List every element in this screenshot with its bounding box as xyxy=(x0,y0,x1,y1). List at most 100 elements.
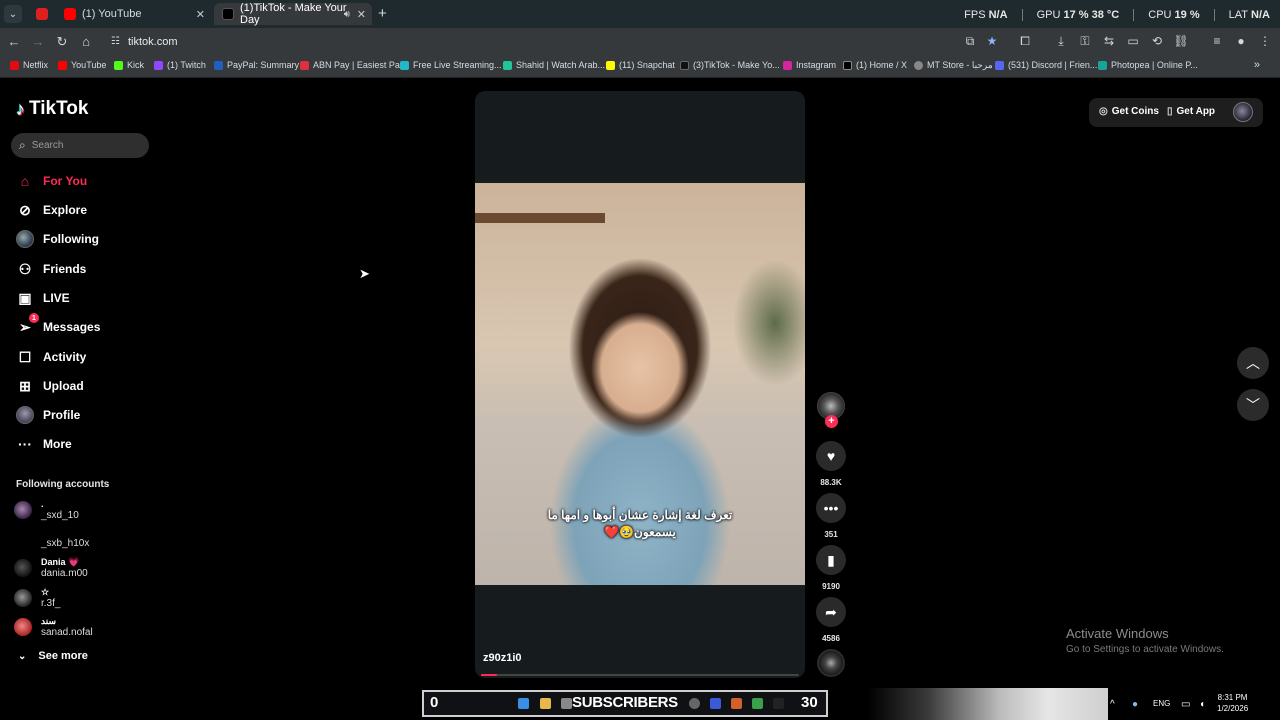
bookmark-item[interactable]: (1) Twitch xyxy=(154,60,206,70)
tiktok-logo[interactable]: ♪ TikTok xyxy=(16,98,88,120)
extensions-icon[interactable]: ⧠ xyxy=(1017,34,1033,49)
account-avatar-icon[interactable]: ● xyxy=(1233,34,1249,48)
mouse-cursor-icon: ➤ xyxy=(359,266,370,281)
bookmark-item[interactable]: PayPal: Summary xyxy=(214,60,299,70)
music-disc-icon[interactable] xyxy=(817,649,845,677)
language-indicator[interactable]: ENG xyxy=(1153,699,1170,708)
cpu-label: CPU xyxy=(1148,9,1172,21)
close-icon[interactable]: ✕ xyxy=(357,8,366,21)
nav-messages[interactable]: ➢ 1 Messages xyxy=(16,313,100,337)
following-account[interactable]: ☆ r.3f_ xyxy=(14,587,60,609)
bookmark-item[interactable]: Shahid | Watch Arab... xyxy=(503,60,605,70)
app-icon[interactable] xyxy=(773,698,784,709)
install-app-icon[interactable]: ⧉ xyxy=(962,34,978,49)
bookmark-item[interactable]: Free Live Streaming... xyxy=(400,60,502,70)
xbox-icon[interactable] xyxy=(752,698,763,709)
nav-more[interactable]: ··· More xyxy=(16,434,72,454)
tab-search-button[interactable]: ⌄ xyxy=(4,5,22,23)
app-icon[interactable] xyxy=(561,698,572,709)
nav-live[interactable]: ▣ LIVE xyxy=(16,288,69,308)
avatar xyxy=(14,589,32,607)
nav-following[interactable]: Following xyxy=(16,229,99,249)
nav-activity[interactable]: ☐ Activity xyxy=(16,347,87,367)
scroll-down-button[interactable]: ﹀ xyxy=(1237,389,1269,421)
video-progress-bar[interactable] xyxy=(481,674,799,676)
get-app-button[interactable]: ▯ Get App xyxy=(1167,106,1215,117)
following-account[interactable]: _sxb_h10x xyxy=(14,534,89,552)
nav-upload[interactable]: ⊞ Upload xyxy=(16,376,84,396)
network-icon[interactable]: ▭ xyxy=(1181,699,1190,710)
close-icon[interactable]: ✕ xyxy=(196,8,205,21)
bookmark-item[interactable]: YouTube xyxy=(58,60,106,70)
site-info-icon[interactable]: ☷ xyxy=(111,36,120,47)
nav-explore[interactable]: ⊘ Explore xyxy=(16,200,87,220)
wallet-icon[interactable]: ▭ xyxy=(1125,34,1141,48)
download-icon[interactable]: ⤓ xyxy=(1053,34,1069,49)
bookmarks-bar: Netflix YouTube Kick (1) Twitch PayPal: … xyxy=(0,56,1280,78)
video-player[interactable]: تعرف لغة إشارة عشان أبوها و امها ما يسمع… xyxy=(475,91,805,678)
get-coins-button[interactable]: ◎ Get Coins xyxy=(1099,106,1159,117)
translate-icon[interactable]: ⇆ xyxy=(1101,34,1117,48)
tab-tiktok[interactable]: (1)TikTok - Make Your Day 🔊︎ ✕ xyxy=(214,2,372,26)
messages-icon: ➢ 1 xyxy=(16,313,39,336)
system-clock[interactable]: 8:31 PM 1/2/2026 xyxy=(1217,692,1248,714)
menu-kebab-icon[interactable]: ⋮ xyxy=(1257,34,1273,48)
following-account[interactable]: سند sanad.nofal xyxy=(14,616,93,638)
tab-pinned[interactable] xyxy=(28,3,54,25)
home-icon[interactable]: ⌂ xyxy=(78,34,94,49)
microphone-icon[interactable]: ● xyxy=(1132,699,1138,710)
bookmark-star-icon[interactable]: ★ xyxy=(984,34,1000,48)
bookmark-item[interactable]: Instagram xyxy=(783,60,836,70)
reload-icon[interactable]: ↻ xyxy=(54,34,70,50)
link-icon[interactable]: ⛓ xyxy=(1173,34,1189,48)
share-button[interactable]: ➦ 4586 xyxy=(815,597,847,643)
file-explorer-icon[interactable] xyxy=(540,698,551,709)
profile-avatar[interactable] xyxy=(1233,102,1253,122)
bookmark-item[interactable]: ABN Pay | Easiest Pa... xyxy=(300,60,407,70)
like-button[interactable]: ♥ 88.3K xyxy=(815,441,847,487)
url-field[interactable]: tiktok.com xyxy=(128,36,178,48)
new-tab-button[interactable]: + xyxy=(378,5,387,22)
nav-profile[interactable]: Profile xyxy=(16,405,80,425)
bookmark-item[interactable]: Kick xyxy=(114,60,144,70)
search-box[interactable]: ⌕ xyxy=(11,133,149,158)
following-account[interactable]: Dania 💗 dania.m00 xyxy=(14,557,88,579)
history-icon[interactable]: ⟲ xyxy=(1149,34,1165,48)
forward-icon[interactable]: → xyxy=(30,34,46,49)
steam-icon[interactable] xyxy=(689,698,700,709)
following-account[interactable]: . _sxd_10 xyxy=(14,499,79,521)
app-icon[interactable] xyxy=(731,698,742,709)
phone-icon: ▯ xyxy=(1167,106,1173,117)
video-frame[interactable]: تعرف لغة إشارة عشان أبوها و امها ما يسمع… xyxy=(475,183,805,585)
bookmark-item[interactable]: MT Store - مرحبا xyxy=(914,60,993,71)
account-username: r.3f_ xyxy=(41,598,61,609)
bookmark-item[interactable]: Photopea | Online P... xyxy=(1098,60,1198,70)
bookmark-item[interactable]: (11) Snapchat xyxy=(606,60,675,70)
bookmark-item[interactable]: Netflix xyxy=(10,60,48,70)
media-control-icon[interactable]: ≡ xyxy=(1209,34,1225,48)
volume-icon[interactable]: ◖ xyxy=(1199,699,1205,710)
tray-chevron-up-icon[interactable]: ^ xyxy=(1110,699,1115,710)
bookmark-item[interactable]: (1) Home / X xyxy=(843,60,907,70)
windows-start-icon[interactable] xyxy=(518,698,529,709)
search-input[interactable] xyxy=(31,140,132,151)
bookmark-item[interactable]: (3)TikTok - Make Yo... xyxy=(680,60,780,70)
video-author[interactable]: z90z1i0 xyxy=(483,652,522,664)
nav-friends[interactable]: ⚇ Friends xyxy=(16,259,87,279)
save-button[interactable]: ▮ 9190 xyxy=(815,545,847,591)
bookmark-item[interactable]: (531) Discord | Frien... xyxy=(995,60,1097,70)
nav-label: Following xyxy=(43,232,99,246)
windows-activation-watermark: Activate Windows Go to Settings to activ… xyxy=(1066,626,1224,655)
password-key-icon[interactable]: ⚿ xyxy=(1077,34,1093,49)
app-icon[interactable] xyxy=(710,698,721,709)
follow-plus-icon[interactable]: + xyxy=(825,415,838,428)
scroll-up-button[interactable]: ︿ xyxy=(1237,347,1269,379)
nav-for-you[interactable]: ⌂ For You xyxy=(16,171,87,191)
back-icon[interactable]: ← xyxy=(6,34,22,49)
see-more-button[interactable]: ⌄ See more xyxy=(18,650,88,662)
chevron-right-icon[interactable]: » xyxy=(1254,59,1260,71)
tab-youtube[interactable]: (1) YouTube ✕ xyxy=(56,3,211,25)
netflix-icon xyxy=(10,60,19,70)
speaker-icon[interactable]: 🔊︎ xyxy=(344,9,350,20)
comment-button[interactable]: ••• 351 xyxy=(815,493,847,539)
